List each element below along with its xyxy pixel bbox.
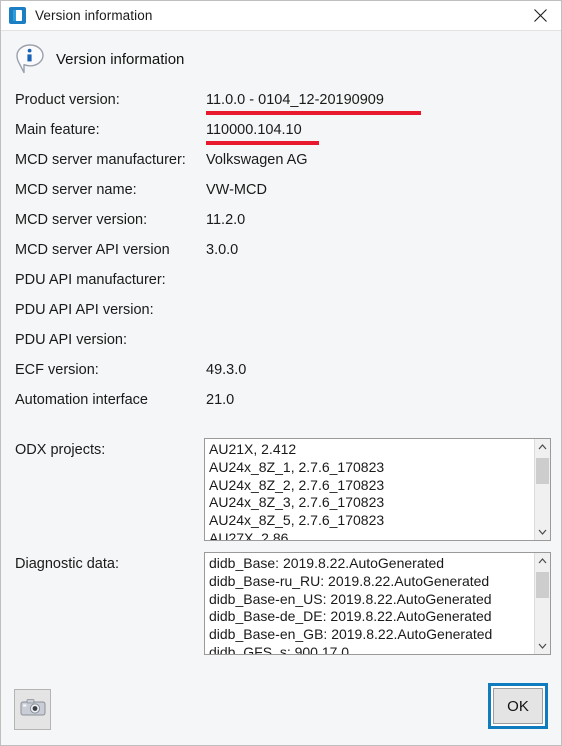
scroll-up-icon[interactable] [535,439,550,455]
field-row: PDU API manufacturer: [1,269,561,299]
field-value: 11.0.0 - 0104_12-20190909 [206,92,384,108]
field-label: MCD server manufacturer: [15,152,186,168]
field-value: 21.0 [206,392,235,408]
field-value: 49.3.0 [206,362,247,378]
list-item[interactable]: didb_Base-en_US: 2019.8.22.AutoGenerated [209,591,533,609]
annotation-underline [206,111,421,115]
list-item[interactable]: didb_Base-en_GB: 2019.8.22.AutoGenerated [209,626,533,644]
diagnostic-data-label: Diagnostic data: [15,556,119,572]
version-information-dialog: Version information Version information … [0,0,562,746]
list-item[interactable]: didb_Base-ru_RU: 2019.8.22.AutoGenerated [209,573,533,591]
list-item[interactable]: didb_GFS_s: 900.17.0 [209,644,533,654]
field-row: ECF version: 49.3.0 [1,359,561,389]
field-label: Main feature: [15,122,100,138]
field-row: MCD server name: VW-MCD [1,179,561,209]
list-item[interactable]: didb_Base-de_DE: 2019.8.22.AutoGenerated [209,608,533,626]
field-label: Automation interface [15,392,148,408]
document-app-icon [9,7,26,24]
field-row: PDU API API version: [1,299,561,329]
field-row: Product version: 11.0.0 - 0104_12-201909… [1,89,561,119]
ok-button-label: OK [493,688,543,724]
diagnostic-data-listbox[interactable]: didb_Base: 2019.8.22.AutoGenerated didb_… [204,552,551,655]
odx-projects-items: AU21X, 2.412 AU24x_8Z_1, 2.7.6_170823 AU… [205,439,533,540]
screenshot-camera-icon [20,697,46,722]
field-row: Automation interface 21.0 [1,389,561,419]
list-item[interactable]: AU24x_8Z_3, 2.7.6_170823 [209,494,533,512]
annotation-underline [206,141,319,145]
field-value: Volkswagen AG [206,152,308,168]
field-label: PDU API API version: [15,302,154,318]
ok-button[interactable]: OK [488,683,548,729]
window-title: Version information [35,8,153,23]
info-bubble-icon [15,43,45,75]
field-value: 3.0.0 [206,242,239,258]
odx-projects-scrollbar[interactable] [534,439,550,540]
list-item[interactable]: AU24x_8Z_5, 2.7.6_170823 [209,512,533,530]
close-icon[interactable] [517,1,561,29]
field-label: PDU API manufacturer: [15,272,166,288]
scroll-up-icon[interactable] [535,553,550,569]
field-row: MCD server API version 3.0.0 [1,239,561,269]
screenshot-button[interactable] [14,689,51,730]
list-item[interactable]: AU27X, 2.86 [209,530,533,540]
field-value: 11.2.0 [206,212,246,228]
list-item[interactable]: AU21X, 2.412 [209,441,533,459]
odx-projects-label: ODX projects: [15,442,106,458]
dialog-header: Version information [15,43,184,75]
scrollbar-thumb[interactable] [536,458,549,484]
scroll-down-icon[interactable] [535,524,550,540]
diagnostic-data-scrollbar[interactable] [534,553,550,654]
scroll-down-icon[interactable] [535,638,550,654]
fields-list: Product version: 11.0.0 - 0104_12-201909… [1,89,561,419]
field-row: Main feature: 110000.104.10 [1,119,561,149]
field-label: MCD server name: [15,182,137,198]
list-item[interactable]: AU24x_8Z_1, 2.7.6_170823 [209,459,533,477]
field-label: ECF version: [15,362,99,378]
field-label: MCD server version: [15,212,148,228]
field-row: MCD server version: 11.2.0 [1,209,561,239]
field-label: Product version: [15,92,120,108]
field-value: 110000.104.10 [206,122,302,138]
list-item[interactable]: AU24x_8Z_2, 2.7.6_170823 [209,477,533,495]
field-row: MCD server manufacturer: Volkswagen AG [1,149,561,179]
list-item[interactable]: didb_Base: 2019.8.22.AutoGenerated [209,555,533,573]
field-label: MCD server API version [15,242,170,258]
diagnostic-data-items: didb_Base: 2019.8.22.AutoGenerated didb_… [205,553,533,654]
field-label: PDU API version: [15,332,128,348]
title-bar: Version information [1,1,561,31]
dialog-header-title: Version information [56,50,185,68]
odx-projects-listbox[interactable]: AU21X, 2.412 AU24x_8Z_1, 2.7.6_170823 AU… [204,438,551,541]
scrollbar-thumb[interactable] [536,572,549,598]
field-value: VW-MCD [206,182,267,198]
field-row: PDU API version: [1,329,561,359]
